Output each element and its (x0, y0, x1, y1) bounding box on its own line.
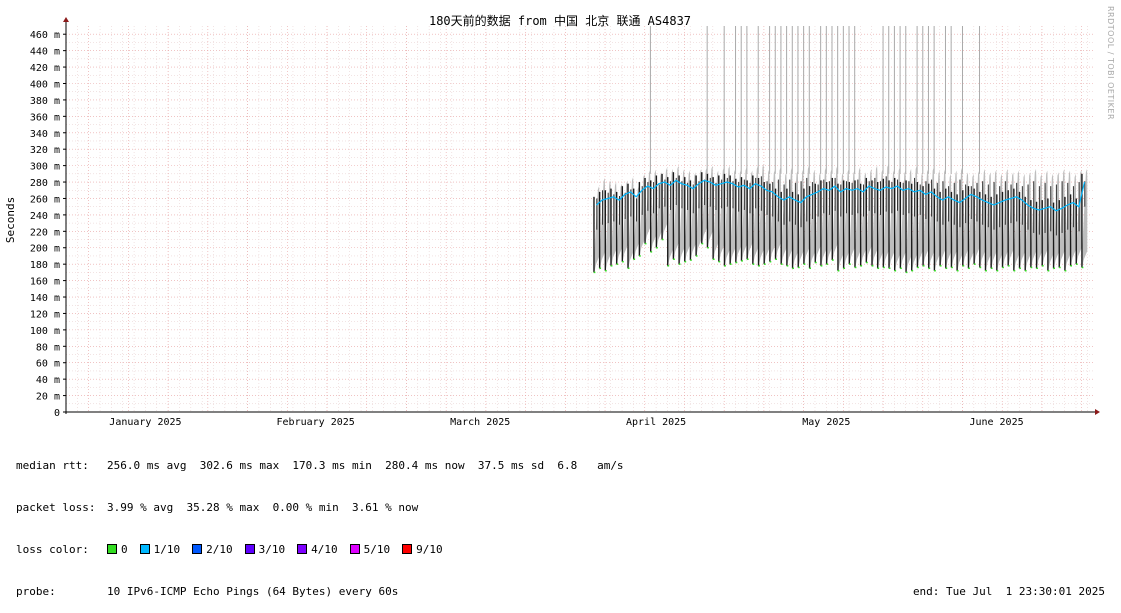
y-tick-label: 440 m (30, 47, 60, 58)
y-tick-label: 140 m (30, 293, 60, 304)
y-tick-label: 340 m (30, 129, 60, 140)
y-tick-label: 360 m (30, 112, 60, 123)
loss-color-swatch (192, 544, 203, 554)
loss-color-value: 2/10 (206, 543, 233, 556)
loss-color-entries: 0 1/10 2/10 3/10 4/10 5/10 9/10 (107, 543, 455, 556)
x-tick-label: March 2025 (450, 417, 510, 428)
y-tick-label: 260 m (30, 194, 60, 205)
y-tick-label: 20 m (36, 392, 60, 403)
chart-title: 180天前的数据 from 中国 北京 联通 AS4837 (429, 13, 691, 28)
x-tick-label: April 2025 (626, 417, 686, 428)
rrdtool-watermark: RRDTOOL / TOBI OETIKER (1106, 6, 1115, 121)
x-tick-label: June 2025 (969, 417, 1023, 428)
end-time: end: Tue Jul 1 23:30:01 2025 (912, 585, 1105, 598)
loss-color-value: 5/10 (363, 543, 391, 556)
loss-color-entry: 5/10 (349, 543, 391, 556)
loss-color-label: loss color: (16, 543, 89, 556)
loss-color-swatch (297, 544, 308, 554)
y-tick-label: 80 m (36, 342, 60, 353)
probe-values: 10 IPv6-ICMP Echo Pings (64 Bytes) every… (107, 585, 399, 598)
packet-loss-label: packet loss: (16, 501, 96, 514)
y-tick-label: 180 m (30, 260, 60, 271)
y-tick-label: 420 m (30, 63, 60, 74)
median-rtt-line: median rtt: 256.0 ms avg 302.6 ms max 170… (16, 459, 1111, 473)
y-tick-label: 220 m (30, 227, 60, 238)
y-tick-label: 0 (54, 408, 60, 419)
median-rtt-values: 256.0 ms avg 302.6 ms max 170.3 ms min 2… (107, 459, 624, 472)
x-tick-label: May 2025 (802, 417, 850, 428)
y-tick-label: 400 m (30, 79, 60, 90)
y-tick-label: 320 m (30, 145, 60, 156)
y-tick-label: 120 m (30, 309, 60, 320)
loss-color-entry: 4/10 (297, 543, 338, 556)
loss-color-entry: 0 (107, 543, 128, 556)
y-tick-label: 160 m (30, 277, 60, 288)
loss-color-entry: 2/10 (192, 543, 233, 556)
probe-label: probe: (16, 585, 56, 598)
median-rtt-label: median rtt: (16, 459, 89, 472)
loss-color-value: 9/10 (416, 543, 443, 556)
loss-color-value: 4/10 (311, 543, 338, 556)
y-tick-label: 460 m (30, 30, 60, 41)
loss-color-value: 0 (121, 543, 128, 556)
y-tick-label: 200 m (30, 244, 60, 255)
y-tick-label: 240 m (30, 211, 60, 222)
loss-color-swatch (349, 544, 360, 554)
loss-color-swatch (244, 544, 255, 554)
smokeping-chart: 180天前的数据 from 中国 北京 联通 AS4837 Seconds 0 2… (0, 0, 1121, 430)
loss-color-swatch (107, 544, 117, 554)
y-axis-label: Seconds (4, 197, 17, 243)
loss-color-value: 3/10 (258, 543, 286, 556)
loss-color-swatch (139, 544, 150, 554)
y-tick-label: 40 m (36, 375, 60, 386)
y-tick-label: 380 m (30, 96, 60, 107)
y-tick-label: 100 m (30, 326, 60, 337)
y-tick-label: 300 m (30, 162, 60, 173)
loss-color-line: loss color: 0 1/10 2/10 3/10 4/10 5/10 9/10 (16, 543, 1111, 557)
legend: median rtt: 256.0 ms avg 302.6 ms max 170… (16, 431, 1111, 613)
probe-line: probe: 10 IPv6-ICMP Echo Pings (64 Bytes)… (16, 585, 1111, 599)
y-tick-label: 280 m (30, 178, 60, 189)
loss-color-entry: 1/10 (139, 543, 181, 556)
y-tick-label: 60 m (36, 359, 60, 370)
loss-color-swatch (402, 544, 413, 554)
loss-color-entry: 3/10 (244, 543, 286, 556)
loss-color-entry: 9/10 (402, 543, 443, 556)
loss-color-value: 1/10 (153, 543, 181, 556)
packet-loss-line: packet loss: 3.99 % avg 35.28 % max 0.00 … (16, 501, 1111, 515)
x-tick-label: January 2025 (109, 417, 181, 428)
packet-loss-values: 3.99 % avg 35.28 % max 0.00 % min 3.61 %… (107, 501, 419, 514)
x-tick-label: February 2025 (277, 417, 355, 428)
